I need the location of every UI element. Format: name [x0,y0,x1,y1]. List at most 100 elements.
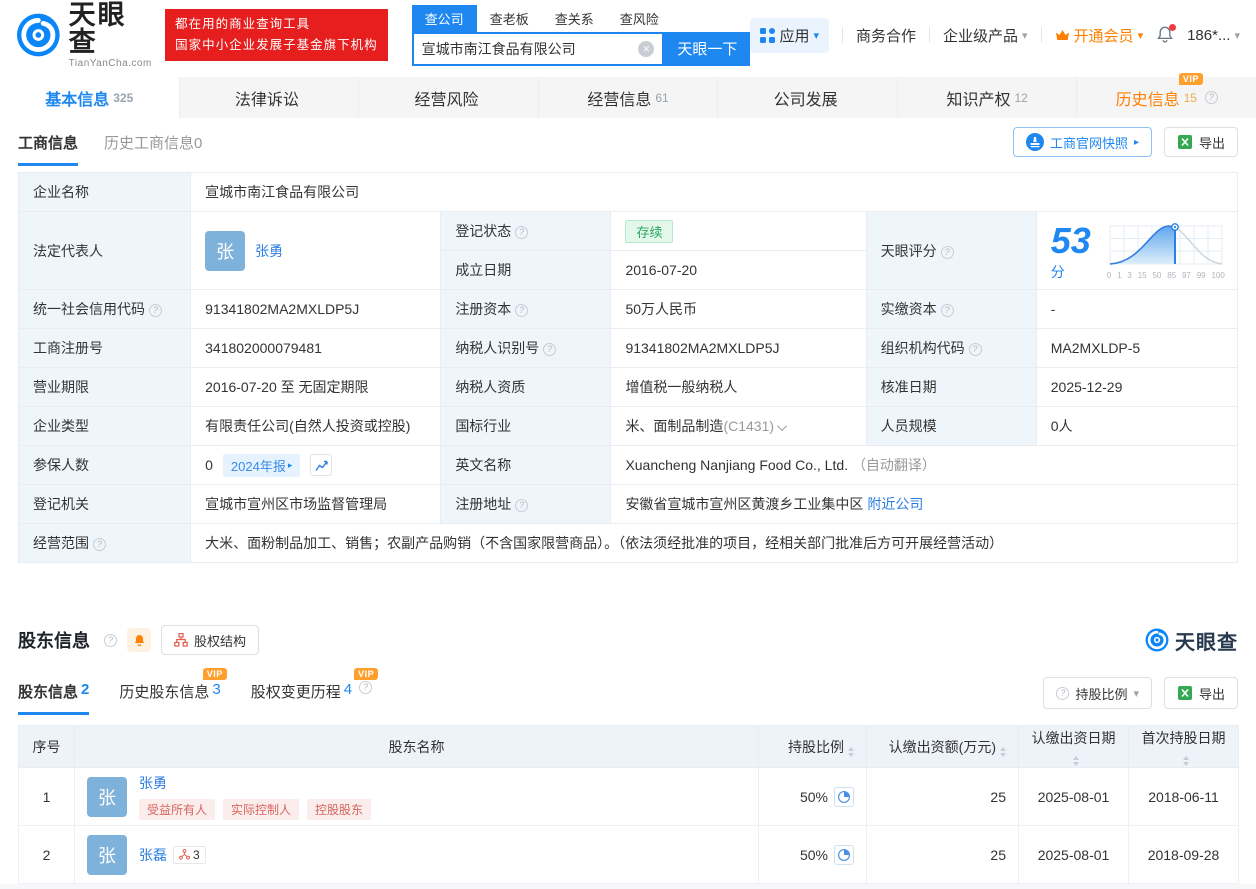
col-subscribe-date[interactable]: 认缴出资日期 [1018,725,1129,768]
sort-icon[interactable] [1000,746,1006,757]
search-tab-boss[interactable]: 查老板 [477,5,542,32]
tab-history-info[interactable]: 历史信息 15 VIP [1077,72,1256,118]
tianyan-score: 53 [1050,219,1091,261]
shareholders-tabs: 股东信息2 历史股东信息3 VIP 股权变更历程4 VIP 持股比例 [18,668,1238,715]
field-paid-capital-value: - [1035,289,1239,329]
question-icon[interactable] [940,304,954,317]
tab-operation-info[interactable]: 经营信息 61 [539,77,719,118]
search-button[interactable]: 天眼一下 [664,31,751,66]
shareholders-title: 股东信息 [18,631,90,651]
question-icon[interactable] [515,499,529,512]
question-icon[interactable] [359,681,373,694]
search-tab-risk[interactable]: 查风险 [607,5,672,32]
row-first-date: 2018-06-11 [1128,767,1239,826]
question-icon[interactable] [149,304,162,317]
field-reg-capital-value: 50万人民币 [610,289,867,329]
ratio-filter-dropdown[interactable]: 持股比例 [1043,677,1152,709]
nav-vip-upgrade[interactable]: 开通会员 [1055,25,1144,46]
site-header: 天眼查 TianYanCha.com 都在用的商业查询工具 国家中小企业发展子基… [0,0,1256,70]
export-button[interactable]: 导出 [1163,127,1238,157]
search-tab-company[interactable]: 查公司 [411,4,477,32]
question-icon[interactable] [1204,91,1218,104]
tab-operation-risk[interactable]: 经营风险 [359,77,539,118]
shareholder-avatar[interactable]: 张 [87,776,127,817]
legal-rep-link[interactable]: 张勇 [255,241,283,261]
question-icon[interactable] [968,343,982,356]
user-account[interactable]: 186*... [1187,27,1240,44]
tag-beneficial-owner[interactable]: 受益所有人 [139,799,216,820]
insured-trend-button[interactable] [310,454,333,476]
search-input[interactable] [413,40,639,57]
question-icon[interactable] [543,343,557,356]
sort-icon[interactable] [1072,755,1079,766]
tab-basic-info[interactable]: 基本信息 325 [0,77,180,118]
field-reg-authority-label: 登记机关 [17,484,192,524]
field-reg-status-label: 登记状态 [440,211,612,251]
field-term-label: 营业期限 [17,367,192,407]
gongshang-snapshot-button[interactable]: 工商官网快照 [1012,127,1152,157]
tab-equity-change-history[interactable]: 股权变更历程 4 VIP [251,668,379,715]
field-company-type-label: 企业类型 [17,406,192,446]
vip-badge: VIP [354,668,379,680]
subtab-business-info[interactable]: 工商信息 [18,119,79,166]
legal-rep-avatar[interactable]: 张 [205,230,246,271]
apps-menu[interactable]: 应用 [750,17,829,53]
col-ratio[interactable]: 持股比例 [758,725,867,768]
field-reg-no-label: 工商注册号 [17,328,192,368]
row-seq: 1 [18,767,75,826]
field-score-label: 天眼评分 [865,211,1037,290]
subtab-history-business-info[interactable]: 历史工商信息0 [104,119,202,166]
tab-history-shareholders[interactable]: 历史股东信息 3 VIP [119,668,227,715]
tab-intellectual-property[interactable]: 知识产权 12 [898,77,1078,118]
tab-company-development[interactable]: 公司发展 [718,77,898,118]
col-amount[interactable]: 认缴出资额(万元) [866,725,1019,768]
shareholders-export-button[interactable]: 导出 [1163,677,1238,709]
question-icon[interactable] [93,538,106,551]
question-icon[interactable] [104,633,117,647]
org-chart-icon [174,633,188,647]
clear-search-icon[interactable] [638,40,655,57]
related-companies-badge[interactable]: 3 [173,845,206,864]
search-tab-relation[interactable]: 查关系 [542,5,607,32]
tag-actual-controller[interactable]: 实际控制人 [223,799,300,820]
tab-shareholder-info[interactable]: 股东信息 2 [18,681,90,715]
pie-chart-button[interactable] [834,786,854,807]
field-reg-no-value: 341802000079481 [190,328,442,368]
field-reg-status-value: 存续 [610,211,867,251]
row-seq: 2 [18,825,75,884]
shareholder-name-link[interactable]: 张磊 [139,845,167,865]
nav-enterprise-products[interactable]: 企业级产品 [943,25,1028,46]
brand-domain: TianYanCha.com [68,57,152,69]
sort-icon[interactable] [848,746,854,757]
notification-bell[interactable] [1156,24,1177,44]
chevron-down-icon [1234,29,1240,42]
equity-structure-button[interactable]: 股权结构 [161,625,260,655]
col-first-date[interactable]: 首次持股日期 [1128,725,1239,768]
question-icon[interactable] [515,304,529,317]
field-uscc-value: 91341802MA2MXLDP5J [190,289,442,329]
row-shareholder: 张 张勇 受益所有人 实际控制人 控股股东 [74,767,759,826]
monitor-bell-button[interactable] [127,628,151,652]
basic-info-table: 企业名称 宣城市南江食品有限公司 法定代表人 张 张勇 登记状态 存续 天眼评分… [17,172,1239,563]
tab-legal-proceedings[interactable]: 法律诉讼 [180,77,360,118]
sort-icon[interactable] [1182,755,1189,766]
field-scope-value: 大米、面粉制品加工、销售；农副产品购销（不含国家限营商品）。（依法须经批准的项目… [190,523,1238,563]
header-nav: 应用 商务合作 企业级产品 开通会员 186*... [750,17,1240,53]
shareholder-avatar[interactable]: 张 [87,834,127,875]
watermark-logo: 天眼查 [1145,626,1238,655]
row-ratio: 50% [758,767,867,826]
page-background [0,884,1256,889]
tag-controlling-shareholder[interactable]: 控股股东 [307,799,372,820]
annual-report-badge[interactable]: 2024年报 [222,453,301,477]
question-icon[interactable] [940,245,954,259]
nav-business-cooperation[interactable]: 商务合作 [856,25,916,46]
nearby-companies-link[interactable]: 附近公司 [867,496,923,512]
field-reg-capital-label: 注册资本 [440,289,612,329]
chevron-down-icon[interactable] [777,421,788,432]
brand-logo[interactable]: 天眼查 TianYanCha.com [16,1,153,69]
question-icon [1056,686,1070,700]
shareholder-name-link[interactable]: 张勇 [139,773,167,793]
pie-chart-button[interactable] [834,844,854,865]
question-icon[interactable] [515,226,529,239]
status-badge: 存续 [625,219,674,243]
